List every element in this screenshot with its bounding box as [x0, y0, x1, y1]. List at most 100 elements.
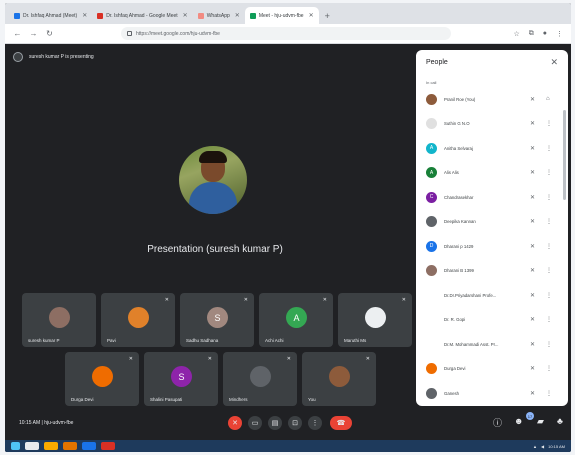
mic-off-icon: ✕ [128, 356, 133, 362]
more-vert-icon[interactable]: ⋮ [546, 145, 552, 152]
more-vert-icon[interactable]: ⋮ [546, 243, 552, 250]
present-button[interactable]: ⊡ [288, 416, 302, 430]
participant-list-item[interactable]: Durga Devi ✕ ⋮ [416, 357, 568, 382]
activities-icon[interactable]: ♣ [557, 416, 563, 426]
more-vert-icon[interactable]: ⋮ [546, 341, 552, 348]
profile-icon[interactable]: ● [543, 30, 547, 38]
mic-off-icon: ✕ [286, 356, 291, 362]
participant-list-item[interactable]: Dr.M. Mohammadi Asst. Pr... ✕ ⋮ [416, 332, 568, 357]
more-vert-icon[interactable]: ⋮ [546, 120, 552, 127]
camera-toggle-button[interactable]: ▭ [248, 416, 262, 430]
more-options-button[interactable]: ⋮ [308, 416, 322, 430]
mic-off-icon: ✕ [530, 243, 536, 250]
close-icon[interactable]: ✕ [309, 12, 314, 19]
participant-tile[interactable]: ✕ Durga Devi [65, 352, 139, 406]
main-tile-title: Presentation (suresh kumar P) [147, 244, 283, 255]
tab-label: Dr. Ishfaq Ahmad - Google Meet [106, 12, 178, 19]
participant-list-item[interactable]: Dr. R. Gopi ✕ ⋮ [416, 308, 568, 333]
participant-list-item[interactable]: Pranil Roe (You) ✕ ⌂ [416, 87, 568, 112]
participant-list-item[interactable]: Dr.Dr.Priyadarshani Profe... ✕ ⋮ [416, 283, 568, 308]
mic-off-icon: ✕ [530, 145, 536, 152]
url-input[interactable]: https://meet.google.com/hju-udvm-fbe [121, 27, 451, 40]
participant-name: Shalini Pasupati [150, 397, 183, 402]
participant-name: Chandrasekhar [444, 194, 474, 200]
more-vert-icon[interactable]: ⋮ [546, 218, 552, 225]
more-vert-icon[interactable]: ⋮ [546, 194, 552, 201]
participant-list-item[interactable]: A Anitha Selvaraj ✕ ⋮ [416, 136, 568, 161]
participant-tile[interactable]: ✕ A Achi Achi [259, 293, 333, 347]
avatar [426, 118, 437, 130]
avatar [426, 363, 437, 375]
more-vert-icon[interactable]: ⋮ [546, 365, 552, 372]
forward-icon[interactable]: → [29, 29, 38, 38]
browser-tab-active[interactable]: Meet - hju-udvm-fbe ✕ [244, 7, 319, 24]
meeting-clock: 10:15 AM | hju-udvm-fbe [19, 420, 74, 426]
more-vert-icon[interactable]: ⋮ [546, 316, 552, 323]
new-tab-button[interactable]: + [319, 7, 336, 24]
people-icon[interactable]: ☻ [514, 416, 523, 426]
participant-tile[interactable]: ✕ Maruthi Ms [338, 293, 412, 347]
mic-toggle-button[interactable]: ✕ [228, 416, 242, 430]
end-call-button[interactable]: ☎ [330, 416, 352, 430]
participant-list-item[interactable]: D Dharani p 1429 ✕ ⋮ [416, 234, 568, 259]
close-icon[interactable]: ✕ [550, 57, 558, 68]
reload-icon[interactable]: ↻ [45, 29, 54, 38]
close-icon[interactable]: ✕ [183, 12, 188, 19]
participant-list-item[interactable]: Ganesh ✕ ⋮ [416, 381, 568, 406]
close-icon[interactable]: ✕ [82, 12, 87, 19]
app-taskbar-icon[interactable] [44, 442, 58, 450]
browser-tab-strip: Dr. Ishfaq Ahmad (Meet) ✕ Dr. Ishfaq Ahma… [5, 3, 571, 24]
participant-tile[interactable]: ✕ S Sadhu Sadhana [180, 293, 254, 347]
avatar [250, 366, 271, 387]
participant-tile[interactable]: ✕ Mindhers [223, 352, 297, 406]
participant-list-item[interactable]: Deepika Kannan ✕ ⋮ [416, 210, 568, 235]
avatar [426, 339, 437, 350]
more-vert-icon[interactable]: ⋮ [546, 292, 552, 299]
app-taskbar-icon[interactable] [63, 442, 77, 450]
participant-list-item[interactable]: Suthin G N.O ✕ ⋮ [416, 112, 568, 137]
participant-name: suresh kumar P [28, 338, 60, 343]
participant-tile[interactable]: suresh kumar P [22, 293, 96, 347]
network-icon[interactable]: ▲ [533, 444, 537, 449]
chat-icon[interactable]: ▰ [537, 416, 544, 427]
menu-icon[interactable]: ⋮ [556, 30, 563, 38]
participant-tile[interactable]: ✕ S Shalini Pasupati [144, 352, 218, 406]
back-icon[interactable]: ← [13, 29, 22, 38]
browser-taskbar-icon[interactable] [25, 442, 39, 450]
app-taskbar-icon[interactable] [82, 442, 96, 450]
start-icon[interactable] [11, 442, 20, 450]
info-icon[interactable]: ⓘ [493, 416, 502, 429]
avatar-hair [199, 151, 227, 163]
captions-button[interactable]: ▤ [268, 416, 282, 430]
people-scrollbar[interactable] [563, 110, 566, 200]
participant-tile[interactable]: ✕ You [302, 352, 376, 406]
participant-name: Durga Devi [71, 397, 94, 402]
more-vert-icon[interactable]: ⋮ [546, 267, 552, 274]
browser-tab-1[interactable]: Dr. Ishfaq Ahmad (Meet) ✕ [9, 7, 92, 24]
avatar: C [426, 191, 437, 203]
people-panel-header: People ✕ [416, 50, 568, 74]
people-panel-title: People [426, 58, 448, 66]
volume-icon[interactable]: ◀ [541, 444, 544, 449]
app-taskbar-icon[interactable] [101, 442, 115, 450]
participant-list-item[interactable]: C Chandrasekhar ✕ ⋮ [416, 185, 568, 210]
participant-list-item[interactable]: Dharani B 1399 ✕ ⋮ [416, 259, 568, 284]
participant-name: Mindhers [229, 397, 248, 402]
extensions-icon[interactable]: ⧉ [529, 30, 534, 38]
avatar-body [189, 182, 237, 214]
browser-tab-2[interactable]: Dr. Ishfaq Ahmad - Google Meet ✕ [92, 7, 192, 24]
pin-icon[interactable]: ⌂ [546, 96, 550, 102]
avatar [128, 307, 149, 328]
participant-tile[interactable]: ✕ Pavi [101, 293, 175, 347]
more-vert-icon[interactable]: ⋮ [546, 390, 552, 397]
participant-list-item[interactable]: A Alis Alis ✕ ⋮ [416, 161, 568, 186]
participant-name: Sadhu Sadhana [186, 338, 219, 343]
close-icon[interactable]: ✕ [235, 12, 240, 19]
participant-name: Anitha Selvaraj [444, 145, 473, 151]
mic-off-icon: ✕ [232, 420, 238, 427]
bookmark-star-icon[interactable]: ☆ [513, 30, 519, 38]
browser-tab-3[interactable]: WhatsApp ✕ [193, 7, 245, 24]
tab-favicon [97, 12, 104, 19]
mic-off-icon: ✕ [530, 219, 536, 226]
more-vert-icon[interactable]: ⋮ [546, 169, 552, 176]
